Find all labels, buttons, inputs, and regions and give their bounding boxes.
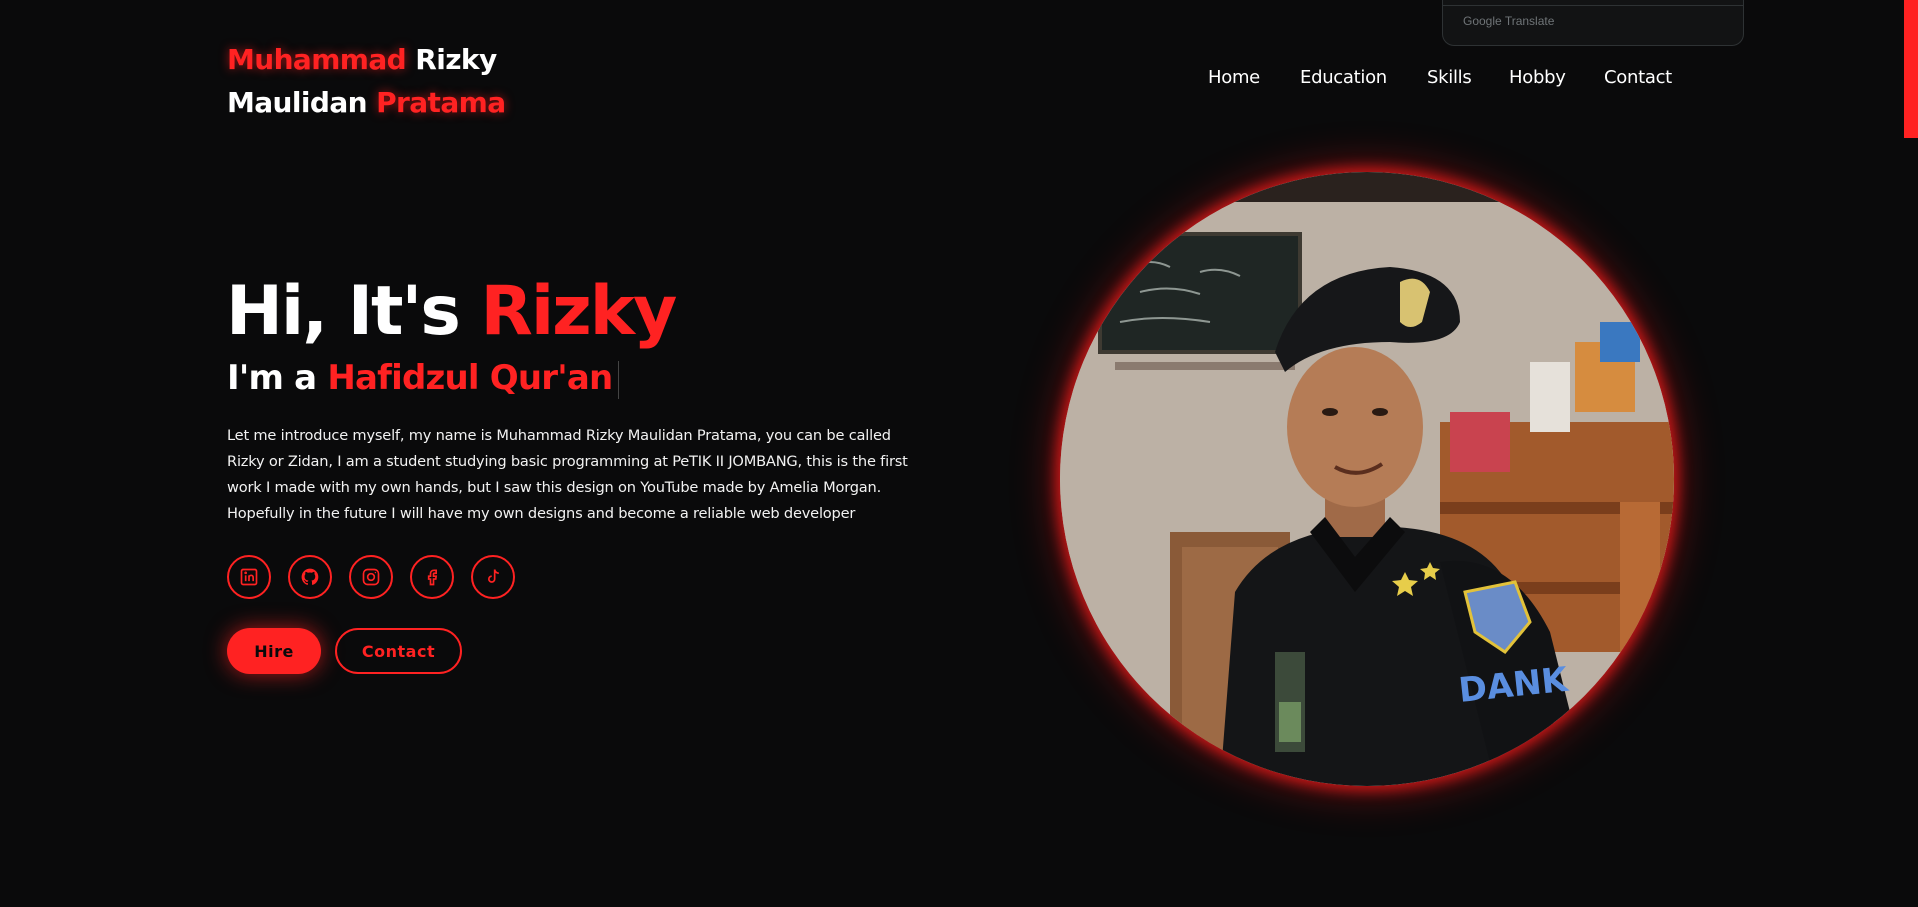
logo-word-pratama: Pratama [376,86,506,119]
page: Google Translate Muhammad Rizky Maulidan… [0,0,1918,907]
nav-contact[interactable]: Contact [1604,67,1672,88]
hire-button[interactable]: Hire [227,628,321,674]
nav-hobby[interactable]: Hobby [1509,67,1566,88]
github-link[interactable] [288,555,332,599]
google-translate-widget[interactable]: Google Translate [1442,0,1744,46]
hero-description: Let me introduce myself, my name is Muha… [227,427,908,522]
hero-title: Hi, It's Rizky [226,270,678,354]
translate-label: Google Translate [1463,14,1555,28]
social-links [227,555,515,599]
nav-skills[interactable]: Skills [1427,67,1472,88]
logo-word-muhammad: Muhammad [227,43,407,76]
facebook-icon [427,569,438,586]
profile-photo: DANK [1060,172,1674,786]
hero-greeting: Hi, It's [226,272,461,351]
nav-education[interactable]: Education [1300,67,1387,88]
instagram-icon [362,568,380,586]
logo-word-rizky: Rizky [415,43,497,76]
logo-word-maulidan: Maulidan [227,86,368,119]
hero-subtitle: I'm a Hafidzul Qur'an [227,356,620,400]
site-logo[interactable]: Muhammad Rizky Maulidan Pratama [227,38,506,124]
translate-divider [1443,5,1743,6]
instagram-link[interactable] [349,555,393,599]
tiktok-icon [488,569,499,583]
hero-sub-prefix: I'm a [227,358,317,398]
facebook-link[interactable] [410,555,454,599]
github-icon [301,568,319,585]
scroll-indicator[interactable] [1904,0,1918,138]
linkedin-icon [240,568,258,586]
profile-photo-image: DANK [1060,172,1674,786]
typing-caret [618,360,620,399]
linkedin-link[interactable] [227,555,271,599]
tiktok-link[interactable] [471,555,515,599]
hero-role: Hafidzul Qur'an [327,358,613,398]
nav-home[interactable]: Home [1208,67,1260,88]
hero-name: Rizky [480,272,678,351]
contact-button[interactable]: Contact [335,628,462,674]
